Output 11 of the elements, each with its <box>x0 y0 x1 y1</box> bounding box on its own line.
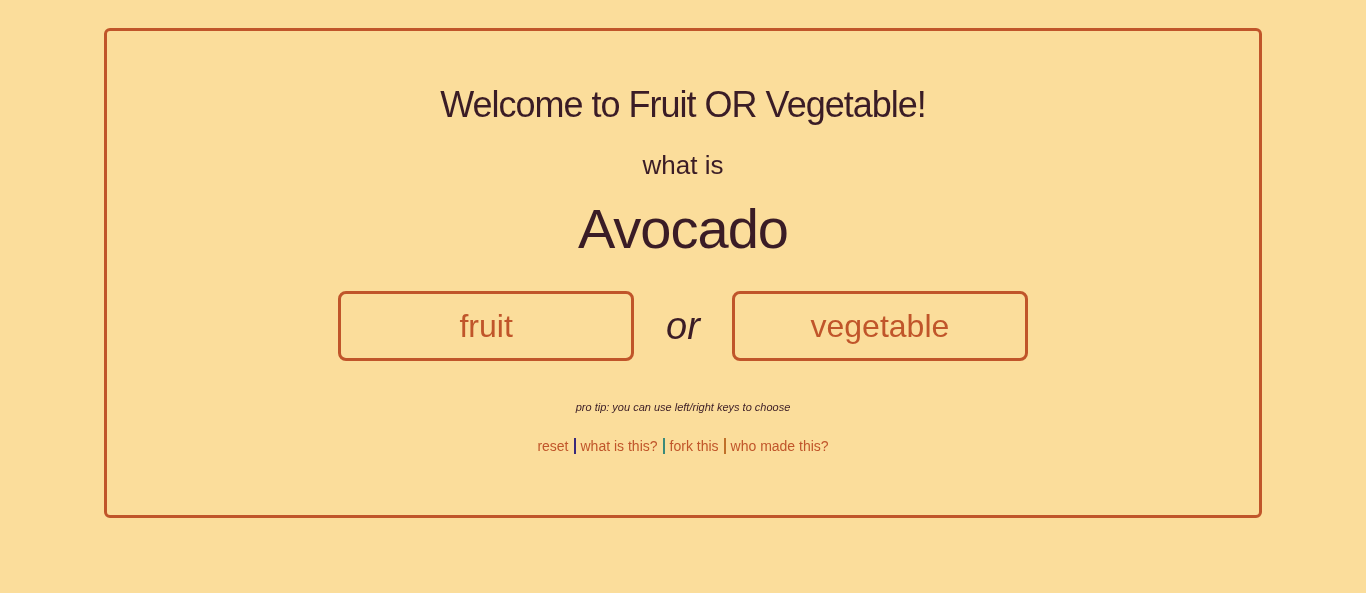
tip-text: pro tip: you can use left/right keys to choose <box>575 400 791 415</box>
footer-link[interactable]: reset <box>537 435 569 457</box>
or-text: or <box>665 303 702 349</box>
footer-link[interactable]: who made this? <box>730 435 829 457</box>
page-title: Welcome to Fruit OR Vegetable! <box>440 83 926 127</box>
item-name: Avocado <box>578 196 788 262</box>
choice-button[interactable]: fruit <box>338 291 635 361</box>
prompt-text: what is <box>642 149 724 181</box>
footer-link[interactable]: fork this <box>669 435 719 457</box>
choice-button[interactable]: vegetable <box>731 291 1028 361</box>
footer-link[interactable]: what is this? <box>580 435 658 457</box>
